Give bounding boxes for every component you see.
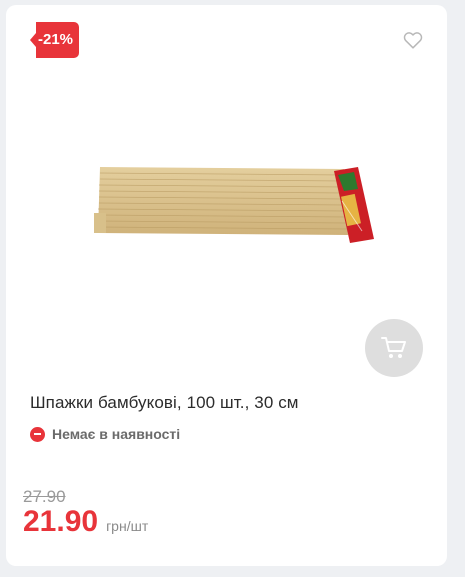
discount-badge: -21% [30, 22, 80, 58]
add-to-cart-button[interactable] [365, 319, 423, 377]
old-price: 27.90 [23, 487, 66, 506]
product-title[interactable]: Шпажки бамбукові, 100 шт., 30 см [30, 393, 299, 413]
availability-text: Немає в наявності [52, 426, 181, 442]
price-row: 21.90 грн/шт [23, 505, 148, 539]
availability-status: Немає в наявності [30, 426, 180, 442]
heart-icon[interactable] [402, 29, 424, 51]
price-unit: грн/шт [106, 518, 149, 534]
product-image[interactable] [86, 155, 386, 265]
shopping-cart-icon [381, 337, 406, 358]
current-price: 21.90 [23, 505, 99, 538]
product-card[interactable]: -21% Шпажки бамбукові, 100 шт., 30 см Не… [6, 5, 447, 566]
unavailable-icon [30, 426, 45, 442]
discount-label: -21% [36, 22, 80, 58]
